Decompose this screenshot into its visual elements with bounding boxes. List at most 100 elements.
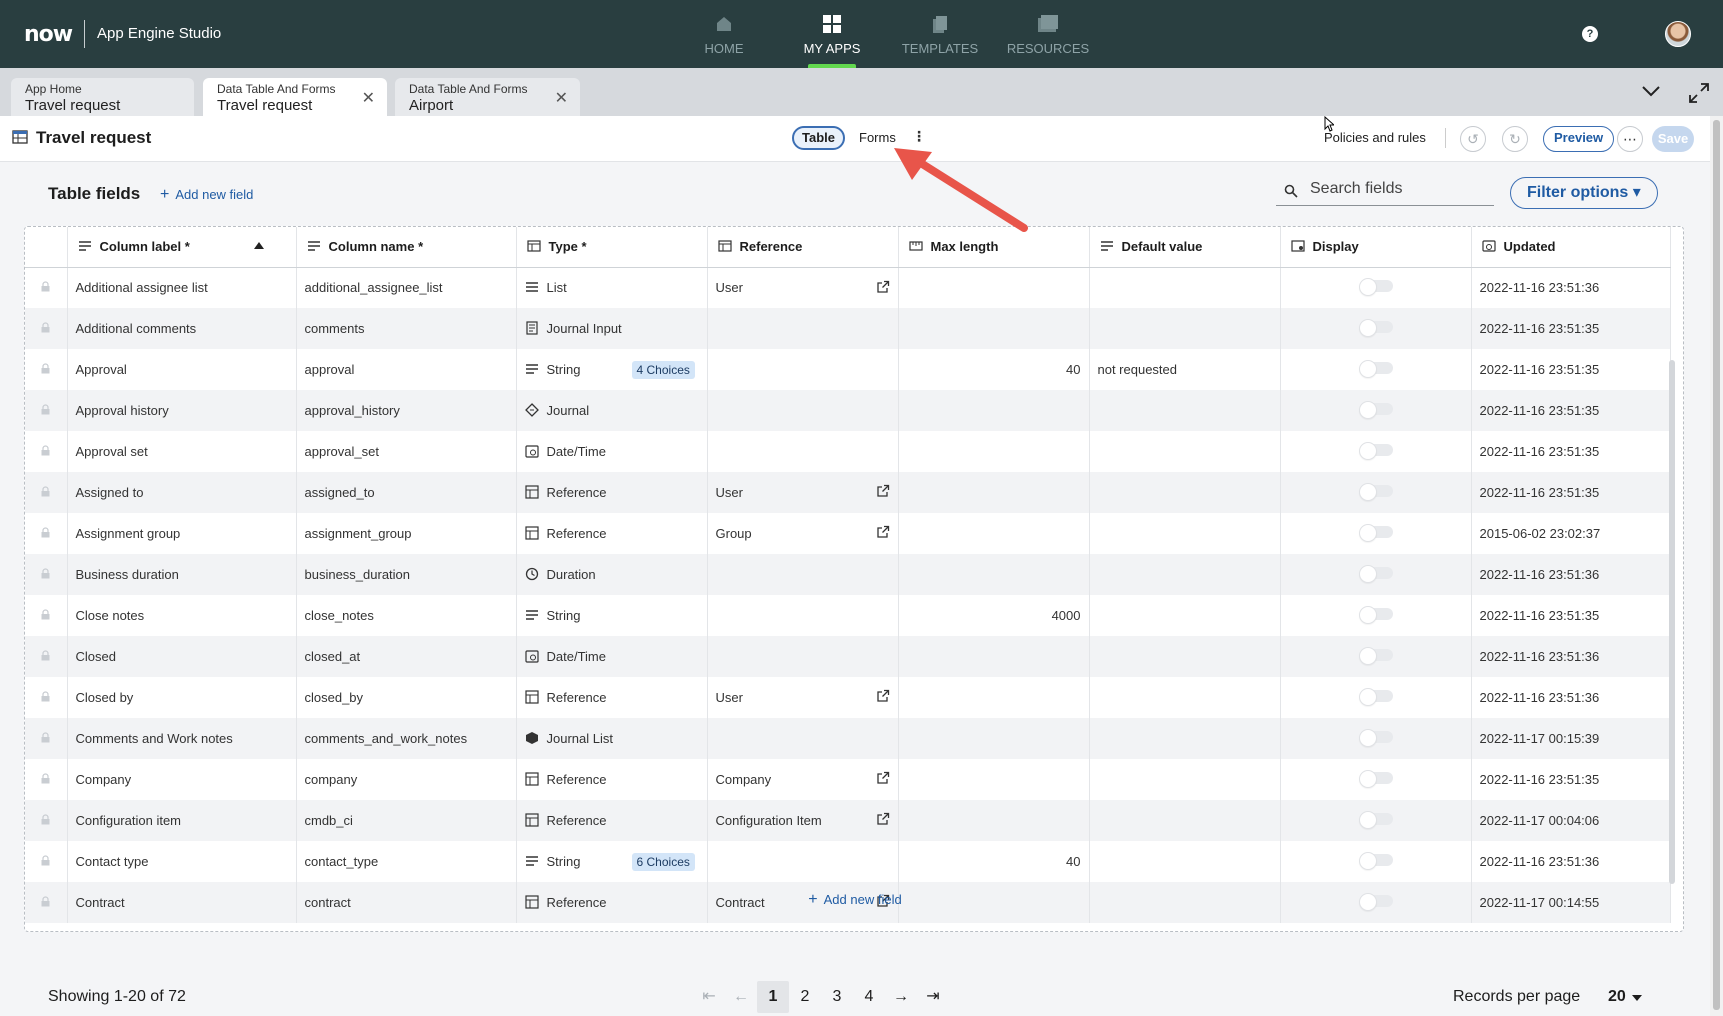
help-icon[interactable]: ? (1582, 26, 1598, 42)
column-label-cell[interactable]: Contact type (67, 841, 297, 882)
reference-cell[interactable]: Configuration Item (707, 800, 899, 841)
table-scrollbar[interactable] (1669, 360, 1675, 884)
page-1[interactable]: 1 (757, 981, 789, 1013)
reference-cell[interactable] (707, 636, 899, 677)
column-label-cell[interactable]: Close notes (67, 595, 297, 636)
column-name-cell[interactable]: approval_set (296, 431, 517, 472)
reference-cell[interactable] (707, 431, 899, 472)
type-cell[interactable]: String 4 Choices (516, 349, 708, 390)
max-length-cell[interactable] (898, 308, 1090, 349)
default-value-cell[interactable] (1089, 636, 1281, 677)
column-name-cell[interactable]: approval (296, 349, 517, 390)
tab-airport[interactable]: Data Table And Forms Airport ✕ (395, 78, 580, 116)
column-name-cell[interactable]: assignment_group (296, 513, 517, 554)
table-row[interactable]: Company company Reference Company 2022-11-16… (25, 759, 1671, 800)
column-label-cell[interactable]: Approval (67, 349, 297, 390)
column-name-cell[interactable]: additional_assignee_list (296, 267, 517, 308)
table-row[interactable]: Closed closed_at Date/Time 2022-11-16 23:51… (25, 636, 1671, 677)
close-icon[interactable]: ✕ (362, 88, 375, 108)
default-value-cell[interactable] (1089, 390, 1281, 431)
table-row[interactable]: Additional comments comments Journal Input… (25, 308, 1671, 349)
external-link-icon[interactable] (876, 689, 890, 703)
reference-cell[interactable]: User (707, 472, 899, 513)
more-horizontal-icon[interactable]: ⋯ (1617, 126, 1643, 152)
column-header-default-value[interactable]: Default value (1089, 227, 1281, 268)
table-row[interactable]: Closed by closed_by Reference User 2022-11-1… (25, 677, 1671, 718)
page-2[interactable]: 2 (789, 981, 821, 1013)
type-cell[interactable]: Duration (516, 554, 708, 595)
type-cell[interactable]: Reference (516, 472, 708, 513)
column-label-cell[interactable]: Company (67, 759, 297, 800)
max-length-cell[interactable] (898, 513, 1090, 554)
default-value-cell[interactable] (1089, 472, 1281, 513)
reference-cell[interactable] (707, 718, 899, 759)
add-new-field-bottom-button[interactable]: + Add new field (25, 891, 1683, 909)
default-value-cell[interactable] (1089, 841, 1281, 882)
max-length-cell[interactable]: 40 (898, 841, 1090, 882)
default-value-cell[interactable] (1089, 759, 1281, 800)
table-row[interactable]: Approval history approval_history Journal 2… (25, 390, 1671, 431)
filter-options-button[interactable]: Filter options ▾ (1510, 177, 1658, 209)
column-header-reference[interactable]: Reference (707, 227, 899, 268)
display-toggle[interactable] (1358, 442, 1393, 460)
external-link-icon[interactable] (876, 771, 890, 785)
default-value-cell[interactable] (1089, 800, 1281, 841)
display-toggle[interactable] (1358, 770, 1393, 788)
redo-icon[interactable]: ↻ (1502, 126, 1528, 152)
default-value-cell[interactable] (1089, 308, 1281, 349)
reference-cell[interactable] (707, 349, 899, 390)
type-cell[interactable]: List (516, 267, 708, 308)
page-4[interactable]: 4 (853, 981, 885, 1013)
avatar[interactable] (1665, 21, 1691, 47)
type-cell[interactable]: String 6 Choices (516, 841, 708, 882)
display-toggle[interactable] (1358, 524, 1393, 542)
reference-cell[interactable] (707, 390, 899, 431)
external-link-icon[interactable] (876, 812, 890, 826)
reference-cell[interactable] (707, 554, 899, 595)
table-row[interactable]: Contact type contact_type String 6 Choices 4… (25, 841, 1671, 882)
column-name-cell[interactable]: comments (296, 308, 517, 349)
display-toggle[interactable] (1358, 729, 1393, 747)
column-label-cell[interactable]: Additional comments (67, 308, 297, 349)
column-label-cell[interactable]: Comments and Work notes (67, 718, 297, 759)
max-length-cell[interactable] (898, 431, 1090, 472)
caret-down-icon[interactable] (1632, 995, 1642, 1001)
column-name-cell[interactable]: cmdb_ci (296, 800, 517, 841)
reference-cell[interactable] (707, 595, 899, 636)
table-row[interactable]: Approval set approval_set Date/Time 2022-11… (25, 431, 1671, 472)
column-name-cell[interactable]: contact_type (296, 841, 517, 882)
column-name-cell[interactable]: company (296, 759, 517, 800)
table-row[interactable]: Business duration business_duration Durati… (25, 554, 1671, 595)
table-row[interactable]: Approval approval String 4 Choices 40 not req… (25, 349, 1671, 390)
type-cell[interactable]: Reference (516, 800, 708, 841)
default-value-cell[interactable] (1089, 554, 1281, 595)
more-vertical-icon[interactable]: ⋮ (912, 128, 926, 145)
nav-home[interactable]: HOME (670, 0, 778, 68)
column-name-cell[interactable]: closed_by (296, 677, 517, 718)
display-toggle[interactable] (1358, 360, 1393, 378)
column-label-cell[interactable]: Closed (67, 636, 297, 677)
tab-travel-request[interactable]: Data Table And Forms Travel request ✕ (203, 78, 387, 116)
table-row[interactable]: Configuration item cmdb_ci Reference Config… (25, 800, 1671, 841)
undo-icon[interactable]: ↺ (1460, 126, 1486, 152)
nav-my-apps[interactable]: MY APPS (778, 0, 886, 68)
column-name-cell[interactable]: approval_history (296, 390, 517, 431)
tab-table[interactable]: Table (792, 126, 845, 150)
column-label-cell[interactable]: Additional assignee list (67, 267, 297, 308)
table-row[interactable]: Comments and Work notes comments_and_work… (25, 718, 1671, 759)
table-row[interactable]: Close notes close_notes String 4000 2022-11-… (25, 595, 1671, 636)
close-icon[interactable]: ✕ (555, 88, 568, 108)
max-length-cell[interactable] (898, 636, 1090, 677)
type-cell[interactable]: String (516, 595, 708, 636)
display-toggle[interactable] (1358, 647, 1393, 665)
column-name-cell[interactable]: close_notes (296, 595, 517, 636)
display-toggle[interactable] (1358, 811, 1393, 829)
reference-cell[interactable]: Company (707, 759, 899, 800)
default-value-cell[interactable]: not requested (1089, 349, 1281, 390)
table-row[interactable]: Assignment group assignment_group Referenc… (25, 513, 1671, 554)
tab-app-home[interactable]: App Home Travel request (11, 78, 194, 116)
reference-cell[interactable] (707, 841, 899, 882)
max-length-cell[interactable] (898, 267, 1090, 308)
display-toggle[interactable] (1358, 852, 1393, 870)
external-link-icon[interactable] (876, 525, 890, 539)
